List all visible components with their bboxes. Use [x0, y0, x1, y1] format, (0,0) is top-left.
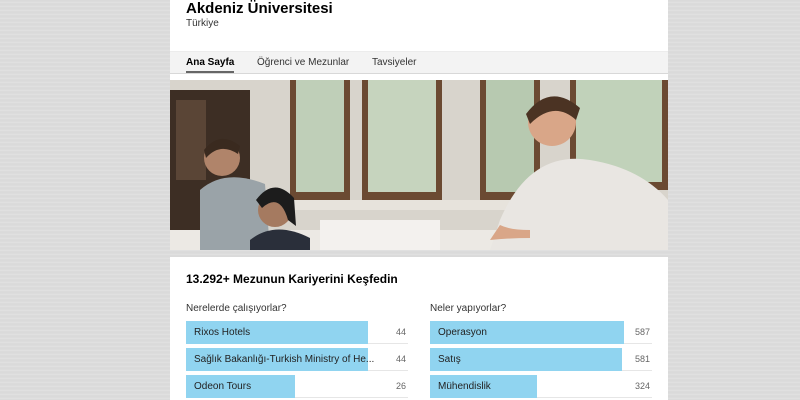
employer-label: Sağlık Bakanlığı-Turkish Ministry of He.…	[194, 354, 375, 365]
tab-home[interactable]: Ana Sayfa	[186, 57, 235, 73]
tab-bar: Ana Sayfa Öğrenci ve Mezunlar Tavsiyeler	[170, 51, 668, 74]
alumni-card: 13.292+ Mezunun Kariyerini Keşfedin Nere…	[170, 257, 668, 400]
employer-count: 26	[395, 381, 406, 391]
cover-photo	[170, 80, 668, 250]
function-count: 581	[634, 354, 650, 364]
function-row[interactable]: Mühendislik 324	[430, 375, 652, 398]
employer-count: 44	[395, 327, 406, 337]
university-country: Türkiye	[186, 18, 219, 29]
function-count: 324	[634, 381, 650, 391]
employer-label: Odeon Tours	[194, 381, 252, 392]
profile-header: Akdeniz Üniversitesi Türkiye Ana Sayfa Ö…	[170, 0, 668, 250]
employer-row[interactable]: Odeon Tours 26	[186, 375, 408, 398]
employer-label: Rixos Hotels	[194, 327, 251, 338]
tab-recommendations[interactable]: Tavsiyeler	[372, 57, 416, 71]
function-row[interactable]: Satış 581	[430, 348, 652, 371]
function-row[interactable]: Operasyon 587	[430, 321, 652, 344]
function-label: Satış	[438, 354, 461, 365]
function-label: Operasyon	[438, 327, 487, 338]
cover-photo-image	[170, 80, 668, 250]
function-count: 587	[634, 327, 650, 337]
university-page: Akdeniz Üniversitesi Türkiye Ana Sayfa Ö…	[170, 0, 668, 400]
tab-students-alumni[interactable]: Öğrenci ve Mezunlar	[257, 57, 349, 71]
employer-row[interactable]: Sağlık Bakanlığı-Turkish Ministry of He.…	[186, 348, 408, 371]
what-heading: Neler yapıyorlar?	[430, 303, 507, 314]
employer-row[interactable]: Rixos Hotels 44	[186, 321, 408, 344]
employer-count: 44	[395, 354, 406, 364]
university-name[interactable]: Akdeniz Üniversitesi	[186, 0, 333, 17]
where-heading: Nerelerde çalışıyorlar?	[186, 303, 287, 314]
alumni-heading: 13.292+ Mezunun Kariyerini Keşfedin	[186, 272, 398, 286]
function-label: Mühendislik	[438, 381, 491, 392]
